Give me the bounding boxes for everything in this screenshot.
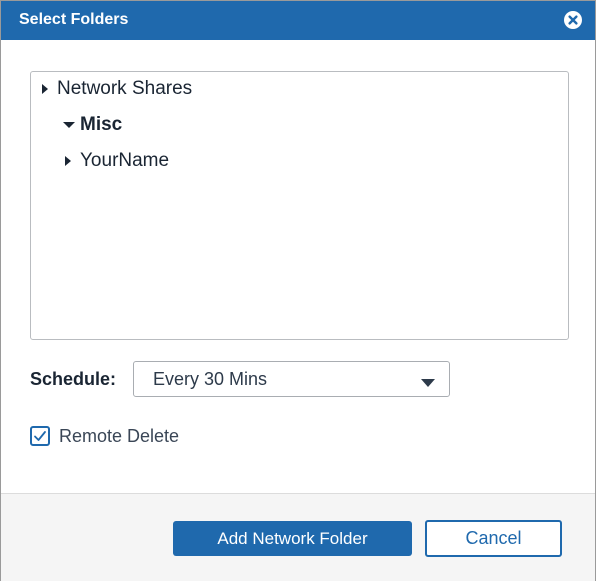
schedule-value: Every 30 Mins xyxy=(153,369,268,389)
dialog-title: Select Folders xyxy=(19,11,129,28)
tree-item-network-shares[interactable]: Network Shares xyxy=(39,77,192,101)
schedule-select[interactable]: Every 30 Mins xyxy=(133,361,450,397)
select-folders-dialog: Select Folders Network Shares Misc YourN… xyxy=(0,0,596,581)
remote-delete-checkbox[interactable] xyxy=(30,426,50,446)
tree-item-label: Network Shares xyxy=(57,78,193,99)
remote-delete-label: Remote Delete xyxy=(59,425,180,446)
dialog-titlebar: Select Folders xyxy=(1,1,595,40)
tree-item-yourname[interactable]: YourName xyxy=(62,149,169,173)
tree-item-misc[interactable]: Misc xyxy=(62,113,122,137)
caret-right-icon[interactable] xyxy=(39,82,53,96)
tree-item-label: YourName xyxy=(80,150,170,171)
tree-item-label: Misc xyxy=(80,114,123,135)
close-icon[interactable] xyxy=(564,11,582,29)
caret-down-icon[interactable] xyxy=(62,118,76,132)
schedule-label: Schedule: xyxy=(30,369,117,389)
cancel-button[interactable]: Cancel xyxy=(425,520,562,557)
add-network-folder-button[interactable]: Add Network Folder xyxy=(173,521,412,556)
folder-tree[interactable]: Network Shares Misc YourName xyxy=(30,71,569,340)
caret-right-icon[interactable] xyxy=(62,154,76,168)
remote-delete-option[interactable]: Remote Delete xyxy=(30,424,179,448)
chevron-down-icon xyxy=(420,375,436,393)
